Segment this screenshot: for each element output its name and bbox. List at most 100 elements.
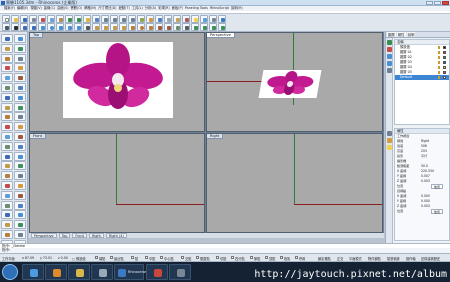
snap-checkbox[interactable] [181,256,184,259]
move-up-icon[interactable] [387,54,392,59]
taskbar-media[interactable] [45,264,67,280]
left-tool-icon[interactable] [14,83,26,92]
status-layer[interactable]: □ 預設值 [72,256,86,261]
open-folder-icon[interactable] [11,15,19,23]
left-tool-icon[interactable] [14,92,26,102]
left-tool-icon[interactable] [1,141,13,151]
viewport-front-title[interactable]: Front [30,134,47,139]
tab-right-4[interactable]: Right (4) [105,233,127,238]
layer-icon[interactable] [146,15,154,23]
left-tool-icon[interactable] [14,141,26,151]
layer-color-swatch[interactable] [443,56,446,59]
move-down-icon[interactable] [387,61,392,66]
surface-icon[interactable] [92,23,100,31]
circle-icon[interactable] [47,23,55,31]
material-icon[interactable] [387,138,392,143]
wireframe-icon[interactable] [164,15,172,23]
revolve-icon[interactable] [119,23,127,31]
loft-icon[interactable] [110,23,118,31]
viewport-top[interactable]: Top [29,32,205,132]
left-tool-icon[interactable] [1,122,13,132]
orchid-image-top[interactable] [63,42,173,118]
zoom-extents-icon[interactable] [119,15,127,23]
new-layer-icon[interactable] [387,40,392,45]
maximize-button[interactable] [434,1,441,5]
move-icon[interactable] [191,23,199,31]
line-icon[interactable] [20,23,28,31]
start-button[interactable] [2,264,18,280]
left-tool-icon[interactable] [14,34,26,43]
mesh-icon[interactable] [173,23,181,31]
layer-item-selected[interactable]: Default [395,75,449,80]
undo-view-icon[interactable] [137,15,145,23]
snap-checkbox[interactable] [231,256,234,259]
left-tool-icon[interactable] [1,230,13,239]
left-tool-icon[interactable] [1,34,13,43]
polyline-icon[interactable] [29,23,37,31]
snap-checkbox[interactable] [131,256,134,259]
lock-icon[interactable] [438,51,440,54]
left-tool-icon[interactable] [14,112,26,122]
taskbar-rhino5[interactable] [169,264,191,280]
snap-checkbox[interactable] [110,256,113,259]
new-file-icon[interactable] [2,15,10,23]
point-icon[interactable] [11,23,19,31]
left-tool-icon[interactable] [14,181,26,190]
left-tool-icon[interactable] [1,112,13,122]
polygon-icon[interactable] [74,23,82,31]
help-icon[interactable] [218,15,226,23]
viewport-top-title[interactable]: Top [30,33,44,38]
layer-color-swatch[interactable] [443,66,446,69]
layer-color-swatch[interactable] [443,51,446,54]
taskbar-explorer[interactable] [22,264,44,280]
left-tool-icon[interactable] [14,210,26,220]
left-tool-icon[interactable] [14,63,26,73]
zoom-window-icon[interactable] [110,15,118,23]
viewport-right[interactable]: Right [206,133,383,233]
left-tool-icon[interactable] [1,53,13,63]
undo-icon[interactable] [65,15,73,23]
lock-icon[interactable] [438,71,440,74]
select-icon[interactable] [2,23,10,31]
mode-gumball[interactable]: 操作軸 [406,256,416,261]
tab-help[interactable]: 說明 [406,32,416,37]
properties-object-icon[interactable] [387,131,392,136]
rhino-app-icon[interactable] [1,1,5,5]
boolean-union-icon[interactable] [155,23,163,31]
taskbar-rhino[interactable] [91,264,113,280]
text-icon[interactable] [83,23,91,31]
close-button[interactable] [442,1,449,5]
mode-planar[interactable]: 平面模式 [349,256,362,261]
snap-checkbox[interactable] [196,256,199,259]
mode-smarttrack[interactable]: 智慧軌跡 [387,256,400,261]
rendered-icon[interactable] [182,15,190,23]
lock-icon[interactable] [438,56,440,59]
left-tool-icon[interactable] [14,73,26,83]
snap-checkbox[interactable] [280,256,283,259]
curve-icon[interactable] [38,23,46,31]
left-tool-icon[interactable] [14,132,26,141]
snap-checkbox[interactable] [250,256,253,259]
orchid-image-perspective[interactable] [258,70,322,98]
dimension-icon[interactable] [182,23,190,31]
left-tool-icon[interactable] [14,43,26,53]
delete-layer-icon[interactable] [387,47,392,52]
zoom-icon[interactable] [101,15,109,23]
left-tool-icon[interactable] [1,151,13,161]
render-icon[interactable] [200,15,208,23]
light-panel-icon[interactable] [387,145,392,150]
snap-checkbox[interactable] [265,256,268,259]
snap-checkbox[interactable] [95,256,98,259]
left-tool-icon[interactable] [14,102,26,112]
tab-top[interactable]: Top [58,233,71,238]
copy-icon[interactable] [47,15,55,23]
pan-icon[interactable] [83,15,91,23]
left-tool-icon[interactable] [1,73,13,83]
left-tool-icon[interactable] [1,190,13,200]
viewport-front[interactable]: Front [29,133,205,233]
snap-checkbox[interactable] [145,256,148,259]
rotate-view-icon[interactable] [92,15,100,23]
left-tool-icon[interactable] [1,220,13,230]
lock-icon[interactable] [438,61,440,64]
rotate-icon[interactable] [209,23,217,31]
